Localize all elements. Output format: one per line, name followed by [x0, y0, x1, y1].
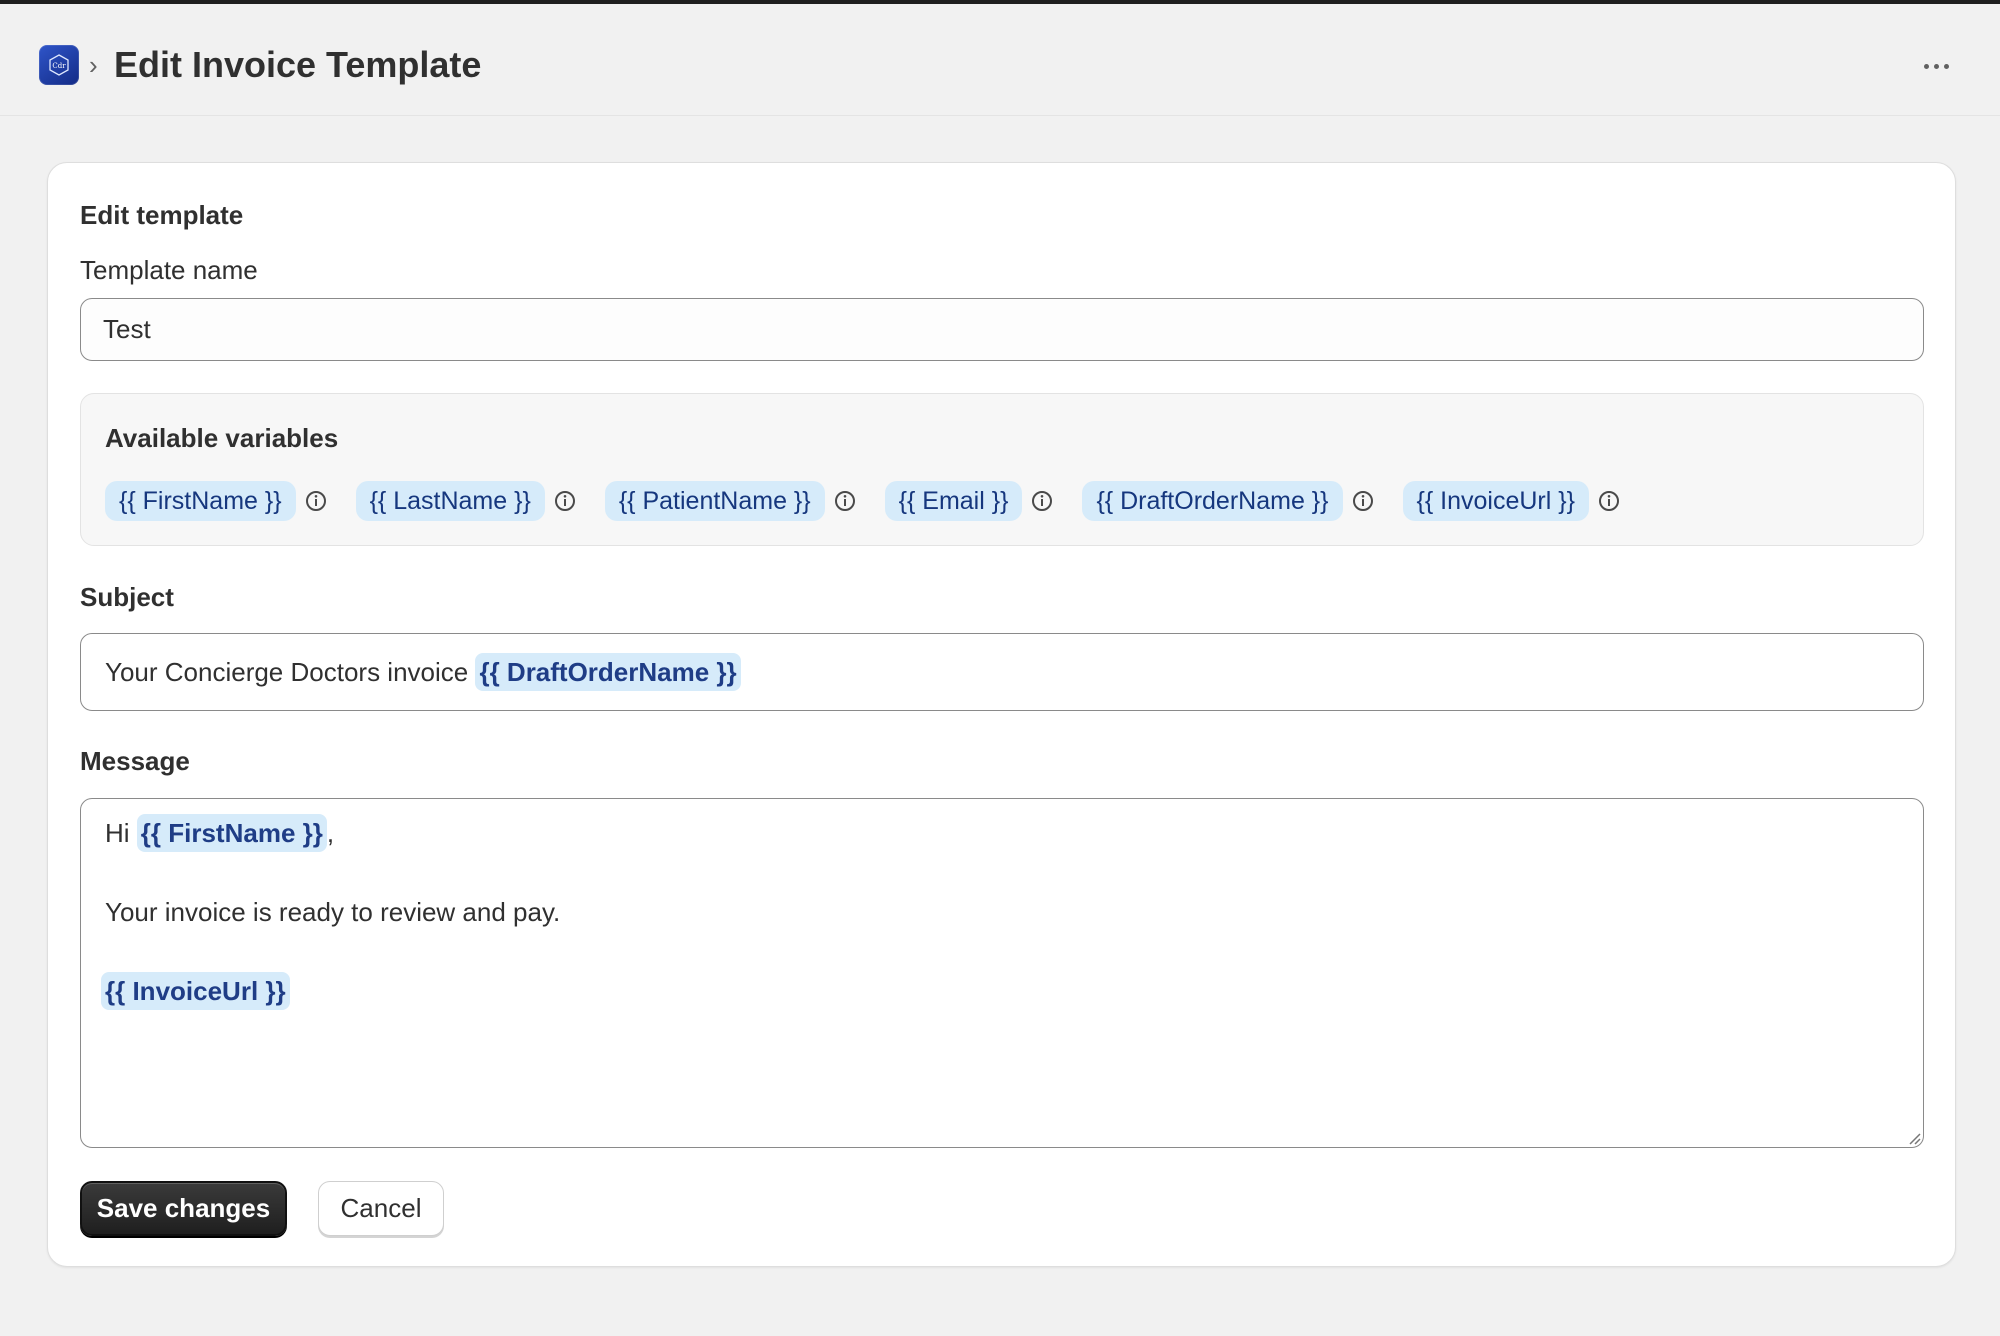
info-icon[interactable]	[833, 489, 857, 513]
page-title: Edit Invoice Template	[114, 44, 482, 85]
chevron-right-icon: ›	[89, 50, 98, 80]
template-name-label: Template name	[80, 255, 258, 285]
variable-chip-invoiceurl[interactable]: {{ InvoiceUrl }}	[1402, 481, 1589, 521]
template-name-input[interactable]	[80, 298, 1924, 361]
subject-label: Subject	[80, 582, 174, 612]
card-title: Edit template	[80, 200, 244, 230]
info-icon[interactable]	[1030, 489, 1054, 513]
message-greeting: Hi	[105, 818, 137, 848]
message-invoiceurl-chip[interactable]: {{ InvoiceUrl }}	[101, 972, 290, 1010]
variable-item: {{ DraftOrderName }}	[1082, 481, 1374, 521]
svg-text:Cdr: Cdr	[52, 62, 66, 70]
page-header: Cdr › Edit Invoice Template	[0, 4, 2000, 116]
variable-item: {{ PatientName }}	[604, 481, 857, 521]
subject-text: Your Concierge Doctors invoice	[105, 657, 476, 687]
save-changes-button[interactable]: Save changes	[80, 1181, 287, 1236]
variables-list: {{ FirstName }} {{ LastName }} {{ Patien…	[105, 481, 1649, 521]
message-body: Your invoice is ready to review and pay.	[105, 897, 561, 927]
info-icon[interactable]	[1351, 489, 1375, 513]
message-editor[interactable]: Hi {{ FirstName }} , Your invoice is rea…	[80, 798, 1924, 1148]
edit-template-card: Edit template Template name Available va…	[47, 162, 1956, 1267]
variable-item: {{ Email }}	[884, 481, 1055, 521]
variable-chip-lastname[interactable]: {{ LastName }}	[355, 481, 545, 521]
variable-item: {{ InvoiceUrl }}	[1402, 481, 1621, 521]
available-variables-panel: Available variables {{ FirstName }} {{ L…	[80, 393, 1924, 546]
subject-variable-chip[interactable]: {{ DraftOrderName }}	[475, 653, 741, 691]
info-icon[interactable]	[1597, 489, 1621, 513]
cancel-button[interactable]: Cancel	[318, 1181, 444, 1236]
variable-chip-draftordername[interactable]: {{ DraftOrderName }}	[1082, 481, 1343, 521]
more-horizontal-icon	[1923, 63, 1929, 69]
info-icon[interactable]	[304, 489, 328, 513]
message-firstname-chip[interactable]: {{ FirstName }}	[136, 814, 327, 852]
variable-chip-patientname[interactable]: {{ PatientName }}	[604, 481, 825, 521]
variable-item: {{ LastName }}	[355, 481, 577, 521]
subject-editor[interactable]: Your Concierge Doctors invoice {{ DraftO…	[80, 633, 1924, 711]
variable-item: {{ FirstName }}	[105, 481, 328, 521]
resize-handle-icon[interactable]	[1907, 1131, 1921, 1145]
message-greeting-punctuation: ,	[326, 818, 335, 848]
variable-chip-firstname[interactable]: {{ FirstName }}	[105, 481, 296, 521]
info-icon[interactable]	[553, 489, 577, 513]
message-label: Message	[80, 746, 190, 776]
app-logo-icon[interactable]: Cdr	[39, 45, 79, 85]
variable-chip-email[interactable]: {{ Email }}	[884, 481, 1023, 521]
more-actions-button[interactable]	[1916, 48, 1956, 84]
available-variables-heading: Available variables	[105, 423, 339, 453]
